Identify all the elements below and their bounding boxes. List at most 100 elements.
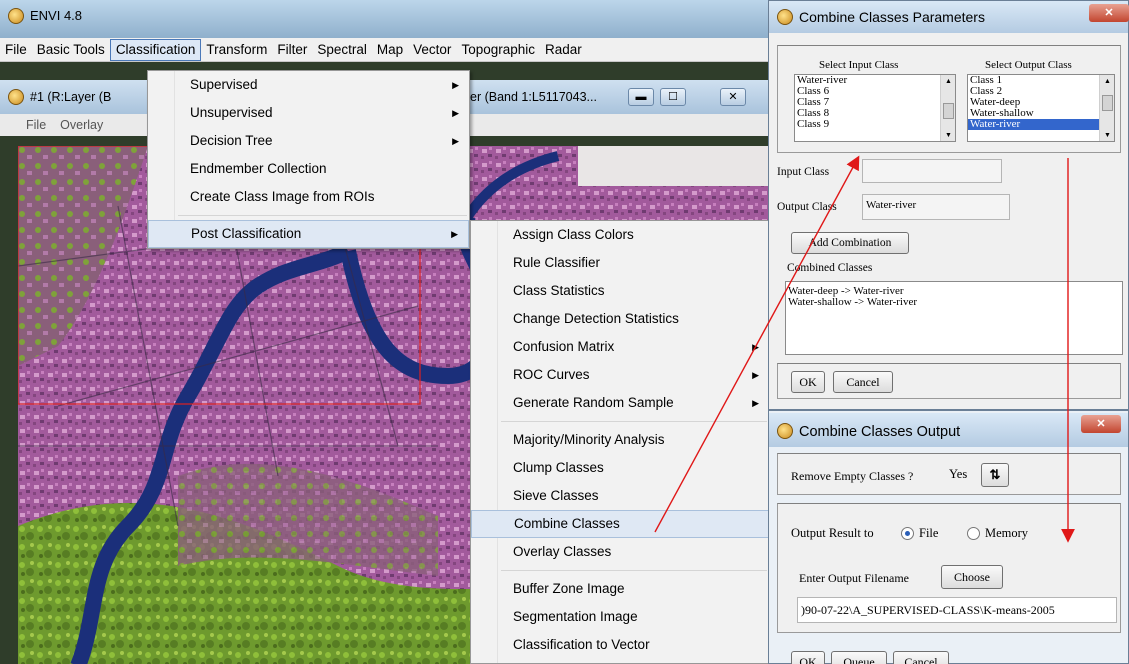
menubar-item-classification[interactable]: Classification	[109, 38, 202, 61]
combine-classes-output-dialog: Combine Classes Output ✕ Remove Empty Cl…	[768, 410, 1129, 664]
post-classification-menu: Assign Class Colors Rule Classifier Class …	[470, 220, 770, 664]
menu-item-decision-tree[interactable]: Decision Tree ▶	[148, 127, 469, 155]
menu-item-majority-minority-analysis[interactable]: Majority/Minority Analysis	[471, 426, 769, 454]
input-list-scrollbar[interactable]: ▲ ▼	[940, 75, 955, 141]
output-list-scrollbar[interactable]: ▲ ▼	[1099, 75, 1114, 141]
input-class-label: Input Class	[777, 166, 830, 178]
menu-item-label: Rule Classifier	[513, 255, 601, 270]
queue-button[interactable]: Queue	[831, 651, 887, 664]
menu-item-roc-curves[interactable]: ROC Curves ▶	[471, 361, 769, 389]
menu-item-generate-random-sample[interactable]: Generate Random Sample ▶	[471, 389, 769, 417]
menu-item-endmember-collection[interactable]: Endmember Collection	[148, 155, 469, 183]
menu-separator	[178, 215, 467, 216]
menu-item-segmentation-image[interactable]: Segmentation Image	[471, 603, 769, 631]
app-title-bar: ENVI 4.8	[0, 0, 768, 38]
output-dialog-close-button[interactable]: ✕	[1081, 415, 1121, 433]
menu-item-label: Post Classification	[191, 226, 302, 241]
image-window-title-band: er (Band 1:L5117043...	[470, 90, 597, 104]
menubar-item-vector[interactable]: Vector	[408, 39, 456, 61]
menu-item-rule-classifier[interactable]: Rule Classifier	[471, 249, 769, 277]
menubar-item-spectral[interactable]: Spectral	[312, 39, 372, 61]
radio-memory[interactable]	[967, 527, 980, 540]
buttons-frame	[777, 363, 1121, 399]
menubar-item-filter[interactable]: Filter	[272, 39, 312, 61]
cancel-button[interactable]: Cancel	[833, 371, 893, 393]
menubar-item-topographic[interactable]: Topographic	[456, 39, 540, 61]
menu-item-label: Assign Class Colors	[513, 227, 634, 242]
output-filename-field[interactable]: )90-07-22\A_SUPERVISED-CLASS\K-means-200…	[797, 597, 1117, 623]
menu-item-label: Change Detection Statistics	[513, 311, 679, 326]
menu-item-create-class-image-from-rois[interactable]: Create Class Image from ROIs	[148, 183, 469, 211]
main-menubar: File Basic Tools Classification Transform Fi…	[0, 38, 768, 62]
scroll-down-icon[interactable]: ▼	[941, 129, 955, 141]
menu-item-sieve-classes[interactable]: Sieve Classes	[471, 482, 769, 510]
submenu-arrow-icon: ▶	[452, 136, 459, 146]
list-item[interactable]: Water-shallow -> Water-river	[786, 297, 1122, 308]
scroll-up-icon[interactable]: ▲	[941, 75, 955, 87]
menu-item-clump-classes[interactable]: Clump Classes	[471, 454, 769, 482]
menu-item-label: Unsupervised	[190, 105, 273, 120]
menu-item-label: Endmember Collection	[190, 161, 327, 176]
image-menu-overlay[interactable]: Overlay	[60, 118, 103, 132]
menu-item-assign-class-colors[interactable]: Assign Class Colors	[471, 221, 769, 249]
menubar-item-basic-tools[interactable]: Basic Tools	[32, 39, 110, 61]
ok-button[interactable]: OK	[791, 371, 825, 393]
dialog-close-button[interactable]: ✕	[1089, 4, 1129, 22]
menu-item-label: Sieve Classes	[513, 488, 599, 503]
input-class-list[interactable]: Water-river Class 6 Class 7 Class 8 Class 9 …	[794, 74, 956, 142]
menu-item-change-detection-statistics[interactable]: Change Detection Statistics	[471, 305, 769, 333]
input-class-field[interactable]	[862, 159, 1002, 183]
submenu-arrow-icon: ▶	[752, 370, 759, 380]
menu-item-unsupervised[interactable]: Unsupervised ▶	[148, 99, 469, 127]
minimize-button[interactable]: ▬	[628, 88, 654, 106]
image-menu-file[interactable]: File	[26, 118, 46, 132]
menubar-item-map[interactable]: Map	[372, 39, 408, 61]
menu-item-overlay-classes[interactable]: Overlay Classes	[471, 538, 769, 566]
menu-item-confusion-matrix[interactable]: Confusion Matrix ▶	[471, 333, 769, 361]
menu-separator	[501, 570, 767, 571]
list-item[interactable]: Water-river	[968, 119, 1114, 130]
add-combination-button[interactable]: Add Combination	[791, 232, 909, 254]
menu-item-post-classification[interactable]: Post Classification ▶	[148, 220, 469, 248]
scroll-thumb[interactable]	[943, 103, 954, 119]
toggle-arrows-icon[interactable]: ⇅	[981, 463, 1009, 487]
screen: ENVI 4.8 File Basic Tools Classification Tr…	[0, 0, 1129, 664]
menu-item-label: Decision Tree	[190, 133, 273, 148]
scroll-up-icon[interactable]: ▲	[1100, 75, 1114, 87]
menu-separator	[501, 421, 767, 422]
output-class-list[interactable]: Class 1 Class 2 Water-deep Water-shallow Wat…	[967, 74, 1115, 142]
list-item[interactable]: Class 9	[795, 119, 955, 130]
output-class-field[interactable]: Water-river	[862, 194, 1010, 220]
scroll-down-icon[interactable]: ▼	[1100, 129, 1114, 141]
menu-item-label: Generate Random Sample	[513, 395, 674, 410]
select-output-class-label: Select Output Class	[985, 59, 1072, 71]
menu-item-class-statistics[interactable]: Class Statistics	[471, 277, 769, 305]
menubar-item-radar[interactable]: Radar	[540, 39, 587, 61]
menu-item-label: Supervised	[190, 77, 258, 92]
envi-app-icon	[8, 8, 24, 24]
radio-file[interactable]	[901, 527, 914, 540]
menu-item-combine-classes[interactable]: Combine Classes	[471, 510, 769, 538]
remove-empty-label: Remove Empty Classes ?	[791, 469, 914, 483]
choose-button[interactable]: Choose	[941, 565, 1003, 589]
radio-memory-label: Memory	[985, 526, 1029, 540]
output-class-label: Output Class	[777, 201, 837, 213]
menu-item-buffer-zone-image[interactable]: Buffer Zone Image	[471, 575, 769, 603]
menubar-item-transform[interactable]: Transform	[201, 39, 272, 61]
output-ok-button[interactable]: OK	[791, 651, 825, 664]
submenu-arrow-icon: ▶	[752, 398, 759, 408]
menu-item-supervised[interactable]: Supervised ▶	[148, 71, 469, 99]
combined-classes-list[interactable]: Water-deep -> Water-river Water-shallow -…	[785, 281, 1123, 355]
menu-item-label: Clump Classes	[513, 460, 604, 475]
dialog-title: Combine Classes Parameters	[799, 9, 985, 25]
close-button[interactable]: ✕	[720, 88, 746, 106]
menu-item-classification-to-vector[interactable]: Classification to Vector	[471, 631, 769, 659]
output-cancel-button[interactable]: Cancel	[893, 651, 949, 664]
dialog-titlebar: Combine Classes Parameters ✕	[769, 1, 1129, 33]
maximize-button[interactable]: ☐	[660, 88, 686, 106]
scroll-thumb[interactable]	[1102, 95, 1113, 111]
menu-item-label: Create Class Image from ROIs	[190, 189, 375, 204]
filename-label: Enter Output Filename	[799, 571, 909, 585]
menubar-item-file[interactable]: File	[0, 39, 32, 61]
submenu-arrow-icon: ▶	[452, 80, 459, 90]
